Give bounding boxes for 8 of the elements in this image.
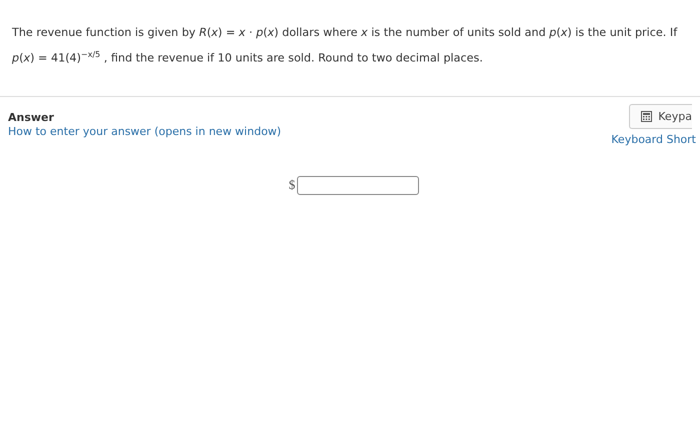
- keypad-button[interactable]: Keypa: [629, 104, 692, 129]
- calculator-icon: [641, 110, 652, 122]
- question-text: The revenue function is given by R(x) = x · p(x) dollars where x is the number of units sold and p(x) is the unit price. If p(x) = 41(4)$^{−x/5}$ , find the revenue if 10 units are sold. Round to two decimal places.: [11, 25, 678, 67]
- answer-heading: Answer: [8, 110, 55, 124]
- answer-field[interactable]: [297, 176, 420, 195]
- shortcuts-link[interactable]: Keyboard Short: [611, 132, 696, 146]
- help-link[interactable]: How to enter your answer (opens in new window): [8, 124, 282, 138]
- currency-sign: $: [288, 177, 296, 194]
